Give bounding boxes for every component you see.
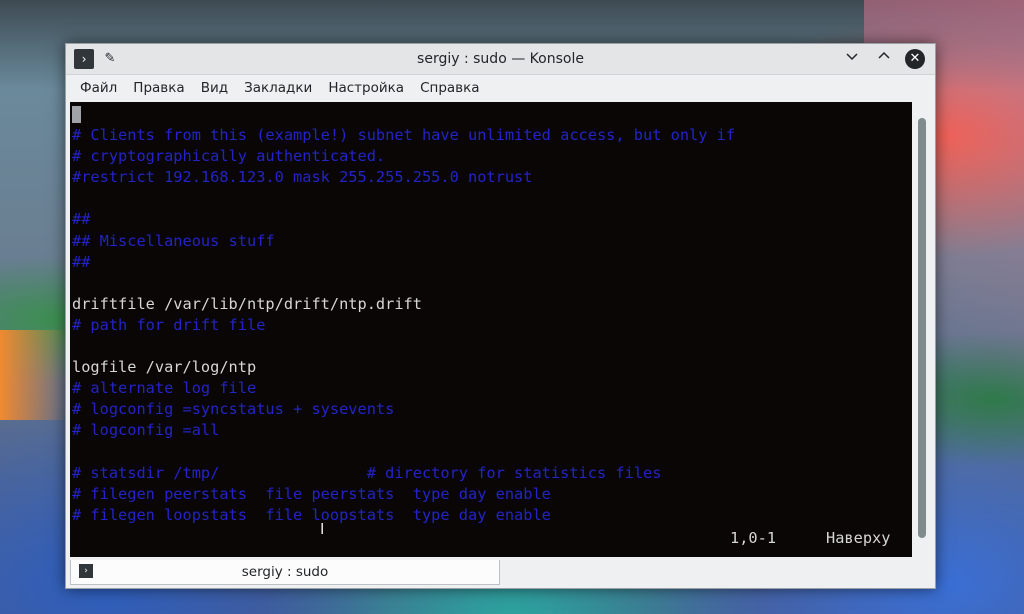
terminal-line: logfile /var/log/ntp bbox=[72, 358, 257, 377]
tab-bar: › sergiy : sudo bbox=[66, 558, 935, 588]
menu-help[interactable]: Справка bbox=[412, 75, 487, 101]
cursor-position: 1,0-1 bbox=[730, 529, 777, 547]
menu-bar: Файл Правка Вид Закладки Настройка Справ… bbox=[66, 75, 941, 101]
view-position: Наверху bbox=[826, 529, 891, 547]
minimize-button[interactable] bbox=[841, 48, 863, 70]
menu-bookmarks[interactable]: Закладки bbox=[236, 75, 320, 101]
window-title: sergiy : sudo — Konsole bbox=[417, 51, 584, 67]
terminal-line: # Clients from this (example!) subnet ha… bbox=[72, 126, 736, 144]
terminal-line: ## bbox=[72, 210, 91, 229]
terminal-scrollbar[interactable] bbox=[914, 102, 932, 557]
menu-file[interactable]: Файл bbox=[72, 75, 125, 101]
terminal-line: # statsdir /tmp/ # directory for statist… bbox=[72, 463, 662, 482]
tab-session[interactable]: › sergiy : sudo bbox=[70, 560, 500, 585]
terminal-line: # alternate log file bbox=[72, 379, 257, 398]
tab-label: sergiy : sudo bbox=[241, 564, 329, 580]
terminal-line: # logconfig =syncstatus + sysevents bbox=[72, 400, 395, 419]
wallpaper-orange-accent bbox=[0, 330, 70, 420]
terminal-line: # filegen peerstats file peerstats type … bbox=[72, 484, 551, 503]
close-icon: ✕ bbox=[909, 51, 921, 66]
terminal-line: ## bbox=[72, 252, 91, 271]
menu-view[interactable]: Вид bbox=[193, 75, 236, 101]
chevron-down-icon bbox=[846, 53, 858, 61]
terminal-line: # filegen loopstats file loopstats type … bbox=[72, 505, 551, 524]
terminal-line: # logconfig =all bbox=[72, 421, 220, 440]
title-bar[interactable]: › ✎ sergiy : sudo — Konsole ✕ bbox=[66, 44, 935, 75]
scrollbar-thumb[interactable] bbox=[918, 118, 926, 538]
terminal-view[interactable]: 1,0-1 Наверху I # Clients from this (exa… bbox=[70, 102, 912, 557]
terminal-line: # path for drift file bbox=[72, 315, 266, 334]
konsole-window: › ✎ sergiy : sudo — Konsole ✕ Файл Правк… bbox=[65, 43, 936, 589]
terminal-line: driftfile /var/lib/ntp/drift/ntp.drift bbox=[72, 294, 422, 313]
maximize-button[interactable] bbox=[873, 48, 895, 70]
menu-settings[interactable]: Настройка bbox=[320, 75, 412, 101]
text-cursor bbox=[72, 106, 81, 123]
terminal-line: #restrict 192.168.123.0 mask 255.255.255… bbox=[72, 168, 533, 187]
terminal-line: # cryptographically authenticated. bbox=[72, 147, 386, 166]
chevron-up-icon bbox=[878, 51, 890, 59]
terminal-line: ## Miscellaneous stuff bbox=[72, 231, 275, 250]
close-button[interactable]: ✕ bbox=[905, 49, 925, 69]
menu-edit[interactable]: Правка bbox=[125, 75, 192, 101]
